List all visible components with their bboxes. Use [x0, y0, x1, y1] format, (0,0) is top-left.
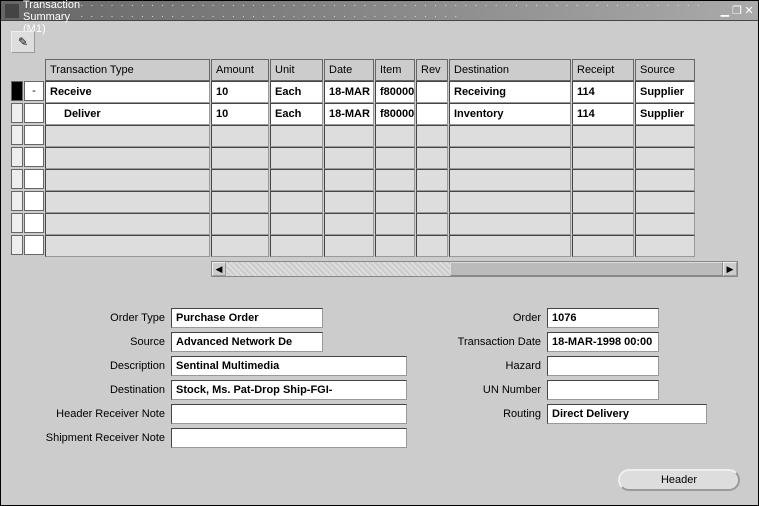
expand-toggle[interactable]	[24, 235, 44, 255]
shipment-note-label: Shipment Receiver Note	[21, 432, 171, 444]
expand-toggle[interactable]	[24, 191, 44, 211]
cell-destination[interactable]: Inventory	[449, 103, 571, 125]
expand-toggle[interactable]	[24, 147, 44, 167]
row-indicator[interactable]	[11, 125, 23, 145]
grid-headers: Transaction Type Amount Unit Date Item R…	[45, 59, 748, 81]
cell-date[interactable]: 18-MAR	[324, 81, 374, 103]
cell-type[interactable]: Deliver	[45, 103, 210, 125]
expand-toggle[interactable]	[24, 169, 44, 189]
scroll-track[interactable]	[226, 262, 723, 276]
destination-label: Destination	[21, 384, 171, 396]
description-label: Description	[21, 360, 171, 372]
pencil-icon: ✎	[18, 35, 28, 49]
order-type-field[interactable]: Purchase Order	[171, 308, 323, 328]
expand-toggle[interactable]: -	[24, 81, 44, 101]
cell-source[interactable]: Supplier	[635, 81, 695, 103]
row-indicator[interactable]	[11, 103, 23, 123]
header-note-field[interactable]	[171, 404, 407, 424]
expand-toggle[interactable]	[24, 125, 44, 145]
app-icon	[5, 4, 19, 18]
row-markers: -	[11, 59, 45, 257]
header-unit[interactable]: Unit	[270, 59, 323, 81]
order-label: Order	[407, 312, 547, 324]
scroll-right-button[interactable]: ▶	[723, 262, 737, 276]
header-date[interactable]: Date	[324, 59, 374, 81]
grid-body: Transaction Type Amount Unit Date Item R…	[45, 59, 748, 257]
restore-button[interactable]: ❐	[732, 4, 742, 18]
header-amount[interactable]: Amount	[211, 59, 269, 81]
description-field[interactable]: Sentinal Multimedia	[171, 356, 407, 376]
cell-destination[interactable]: Receiving	[449, 81, 571, 103]
header-note-label: Header Receiver Note	[21, 408, 171, 420]
table-row[interactable]	[45, 191, 748, 213]
cell-rev[interactable]	[416, 81, 448, 103]
transaction-grid: - Transaction Type Amount Unit Da	[11, 59, 748, 257]
routing-label: Routing	[407, 408, 547, 420]
app-window: Receipt Transaction Summary (M1) · · · ·…	[0, 0, 759, 506]
row-indicator[interactable]	[11, 169, 23, 189]
titlebar: Receipt Transaction Summary (M1) · · · ·…	[1, 1, 758, 21]
detail-form: Order Type Purchase Order Source Advance…	[11, 307, 748, 451]
order-type-label: Order Type	[21, 312, 171, 324]
cell-date[interactable]: 18-MAR	[324, 103, 374, 125]
cell-amount[interactable]: 10	[211, 103, 269, 125]
table-row[interactable]: Deliver 10 Each 18-MAR f80000 Inventory …	[45, 103, 748, 125]
source-field[interactable]: Advanced Network De	[171, 332, 323, 352]
cell-amount[interactable]: 10	[211, 81, 269, 103]
header-button[interactable]: Header	[618, 469, 740, 491]
cell-rev[interactable]	[416, 103, 448, 125]
hazard-field[interactable]	[547, 356, 659, 376]
header-receipt[interactable]: Receipt	[572, 59, 634, 81]
cell-source[interactable]: Supplier	[635, 103, 695, 125]
toolbar: ✎	[11, 31, 748, 53]
close-button[interactable]: ✕	[744, 4, 754, 18]
expand-toggle[interactable]	[24, 103, 44, 123]
cell-unit[interactable]: Each	[270, 81, 323, 103]
order-field[interactable]: 1076	[547, 308, 659, 328]
form-left-column: Order Type Purchase Order Source Advance…	[21, 307, 407, 451]
window-title: Receipt Transaction Summary (M1)	[23, 0, 80, 35]
header-transaction-type[interactable]: Transaction Type	[45, 59, 210, 81]
scroll-thumb[interactable]	[450, 262, 723, 276]
routing-field[interactable]: Direct Delivery	[547, 404, 707, 424]
table-row[interactable]	[45, 213, 748, 235]
destination-field[interactable]: Stock, Ms. Pat-Drop Ship-FGI-	[171, 380, 407, 400]
table-row[interactable]	[45, 235, 748, 257]
un-number-label: UN Number	[407, 384, 547, 396]
txn-date-label: Transaction Date	[407, 336, 547, 348]
horizontal-scrollbar[interactable]: ◀ ▶	[211, 261, 738, 277]
source-label: Source	[21, 336, 171, 348]
header-destination[interactable]: Destination	[449, 59, 571, 81]
table-row[interactable]	[45, 147, 748, 169]
row-indicator[interactable]	[11, 147, 23, 167]
table-row[interactable]: Receive 10 Each 18-MAR f80000 Receiving …	[45, 81, 748, 103]
table-row[interactable]	[45, 169, 748, 191]
header-item[interactable]: Item	[375, 59, 415, 81]
header-rev[interactable]: Rev	[416, 59, 448, 81]
txn-date-field[interactable]: 18-MAR-1998 00:00	[547, 332, 659, 352]
titlebar-decoration: · · · · · · · · · · · · · · · · · · · · …	[80, 0, 712, 22]
form-right-column: Order 1076 Transaction Date 18-MAR-1998 …	[407, 307, 738, 451]
scroll-left-button[interactable]: ◀	[212, 262, 226, 276]
un-number-field[interactable]	[547, 380, 659, 400]
content-area: ✎ -	[1, 21, 758, 461]
cell-type[interactable]: Receive	[45, 81, 210, 103]
row-indicator[interactable]	[11, 235, 23, 255]
shipment-note-field[interactable]	[171, 428, 407, 448]
hazard-label: Hazard	[407, 360, 547, 372]
cell-receipt[interactable]: 114	[572, 103, 634, 125]
cell-unit[interactable]: Each	[270, 103, 323, 125]
row-indicator[interactable]	[11, 81, 23, 101]
row-indicator[interactable]	[11, 213, 23, 233]
cell-receipt[interactable]: 114	[572, 81, 634, 103]
cell-item[interactable]: f80000	[375, 81, 415, 103]
minimize-button[interactable]: ▁	[720, 4, 730, 18]
header-source[interactable]: Source	[635, 59, 695, 81]
row-indicator[interactable]	[11, 191, 23, 211]
expand-toggle[interactable]	[24, 213, 44, 233]
table-row[interactable]	[45, 125, 748, 147]
edit-tool-button[interactable]: ✎	[11, 31, 35, 53]
cell-item[interactable]: f80000	[375, 103, 415, 125]
